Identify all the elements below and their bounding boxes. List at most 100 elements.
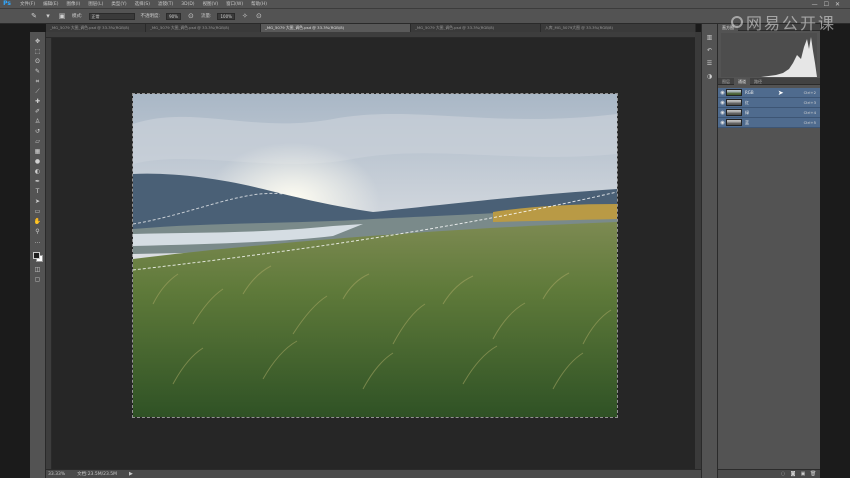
history-brush-tool-icon[interactable]: ↺ xyxy=(34,128,42,135)
eraser-tool-icon[interactable]: ▱ xyxy=(34,138,42,145)
more-tools-icon[interactable]: … xyxy=(34,238,42,245)
minimize-icon[interactable]: — xyxy=(812,1,818,8)
opacity-input[interactable]: 90% xyxy=(166,12,181,20)
tab-paths[interactable]: 路径 xyxy=(750,78,766,85)
zoom-tool-icon[interactable]: ⚲ xyxy=(34,228,42,235)
visibility-eye-icon[interactable]: ◉ xyxy=(719,100,726,106)
marquee-tool-icon[interactable]: ⬚ xyxy=(34,48,42,55)
watermark: 网易公开课 xyxy=(730,10,836,34)
path-select-tool-icon[interactable]: ➤ xyxy=(34,198,42,205)
hand-tool-icon[interactable]: ✋ xyxy=(34,218,42,225)
histogram-graph xyxy=(721,37,817,77)
crop-tool-icon[interactable]: ⌗ xyxy=(34,78,42,85)
tools-panel: ✥ ⬚ ʘ ✎ ⌗ ⟋ ✚ ✐ ♙ ↺ ▱ ▦ ● ◐ ✒ T ➤ ▭ ✋ ⚲ … xyxy=(30,32,46,478)
foreground-color-swatch[interactable] xyxy=(32,252,40,259)
visibility-eye-icon[interactable]: ◉ xyxy=(719,110,726,116)
new-channel-icon[interactable]: ▣ xyxy=(800,471,806,477)
document-image[interactable] xyxy=(132,93,618,418)
pen-tool-icon[interactable]: ✒ xyxy=(34,178,42,185)
menu-help[interactable]: 帮助(H) xyxy=(247,1,271,7)
airbrush-icon[interactable]: ✧ xyxy=(241,12,249,20)
right-gutter xyxy=(820,24,850,478)
channel-thumbnail xyxy=(726,99,742,106)
menu-image[interactable]: 图像(I) xyxy=(62,1,84,7)
menu-select[interactable]: 选择(S) xyxy=(131,1,154,7)
screen-mode-icon[interactable]: ▢ xyxy=(34,276,42,283)
eyedropper-tool-icon[interactable]: ⟋ xyxy=(34,88,42,95)
channel-row-blue[interactable]: ◉ 蓝 Ctrl+5 xyxy=(718,118,820,128)
menu-view[interactable]: 视图(V) xyxy=(199,1,223,7)
type-tool-icon[interactable]: T xyxy=(34,188,42,195)
menu-file[interactable]: 文件(F) xyxy=(16,1,39,7)
histogram-panel-icon[interactable]: ▥ xyxy=(706,34,714,41)
menu-filter[interactable]: 滤镜(T) xyxy=(154,1,177,7)
tab-document-active[interactable]: _MG_5079 大图_调色.psd @ 33.3%(RGB/8) xyxy=(261,24,411,32)
load-selection-icon[interactable]: ◌ xyxy=(780,471,786,477)
channel-row-green[interactable]: ◉ 绿 Ctrl+4 xyxy=(718,108,820,118)
window-controls: — ☐ ✕ xyxy=(812,0,840,9)
left-gutter xyxy=(0,24,30,478)
tab-layers[interactable]: 图层 xyxy=(718,78,734,85)
stamp-tool-icon[interactable]: ♙ xyxy=(34,118,42,125)
healing-tool-icon[interactable]: ✚ xyxy=(34,98,42,105)
visibility-eye-icon[interactable]: ◉ xyxy=(719,90,726,96)
channel-name: 蓝 xyxy=(745,119,749,125)
lasso-tool-icon[interactable]: ʘ xyxy=(34,58,42,65)
document-tabs: _MG_5079 大图_调色.psd @ 33.3%(RGB/8) _MG_50… xyxy=(46,24,696,32)
quick-mask-icon[interactable]: ◫ xyxy=(34,266,42,273)
tab-channels[interactable]: 通道 xyxy=(734,77,750,85)
tab-document-4[interactable]: _MG_5079 大图_调色.psd @ 33.3%(RGB/8) xyxy=(411,24,541,32)
tab-document-5[interactable]: 入库_MG_5079大图 @ 33.3%(RGB/8) xyxy=(541,24,696,32)
mode-select[interactable]: 正常 xyxy=(88,12,135,20)
brush-tool-icon[interactable]: ✎ xyxy=(30,12,38,20)
options-bar: ✎ ▾ ▣ 模式: 正常 不透明度: 90% ⊙ 流量: 100% ✧ ⊙ xyxy=(0,9,850,24)
close-icon[interactable]: ✕ xyxy=(835,1,840,8)
blur-tool-icon[interactable]: ● xyxy=(34,158,42,165)
flow-label: 流量: xyxy=(200,14,212,19)
brush-panel-icon[interactable]: ▣ xyxy=(58,12,66,20)
menu-edit[interactable]: 编辑(E) xyxy=(39,1,62,7)
delete-channel-icon[interactable]: 🗑 xyxy=(810,471,816,477)
channel-shortcut: Ctrl+3 xyxy=(803,100,816,105)
channel-name: 绿 xyxy=(745,109,749,115)
ruler-vertical xyxy=(46,38,52,469)
mouse-cursor-icon: ➤ xyxy=(777,88,784,97)
channel-thumbnail xyxy=(726,89,742,96)
pressure-size-icon[interactable]: ⊙ xyxy=(255,12,263,20)
mode-label: 模式: xyxy=(72,14,83,19)
save-selection-icon[interactable]: ◙ xyxy=(790,471,796,477)
dodge-tool-icon[interactable]: ◐ xyxy=(34,168,42,175)
adjustments-panel-icon[interactable]: ◑ xyxy=(706,73,714,80)
watermark-logo-icon xyxy=(730,16,743,28)
channel-thumbnail xyxy=(726,119,742,126)
channel-name: 红 xyxy=(745,99,749,105)
menu-3d[interactable]: 3D(D) xyxy=(177,2,198,7)
history-panel-icon[interactable]: ↶ xyxy=(706,47,714,54)
zoom-level[interactable]: 33.33% xyxy=(48,472,65,477)
menu-type[interactable]: 类型(Y) xyxy=(107,1,130,7)
maximize-icon[interactable]: ☐ xyxy=(824,1,829,8)
channel-row-red[interactable]: ◉ 红 Ctrl+3 xyxy=(718,98,820,108)
channel-shortcut: Ctrl+2 xyxy=(803,90,816,95)
document-size: 文档:23.5M/23.5M xyxy=(77,472,118,477)
menu-layer[interactable]: 图层(L) xyxy=(84,1,107,7)
visibility-eye-icon[interactable]: ◉ xyxy=(719,120,726,126)
channel-name: RGB xyxy=(745,90,754,95)
tab-document-2[interactable]: _MG_5079 大图_调色.psd @ 33.3%(RGB/8) xyxy=(146,24,261,32)
quick-select-tool-icon[interactable]: ✎ xyxy=(34,68,42,75)
status-menu-arrow-icon[interactable]: ▶ xyxy=(129,471,133,477)
brush-preset-icon[interactable]: ▾ xyxy=(44,12,52,20)
shape-tool-icon[interactable]: ▭ xyxy=(34,208,42,215)
channel-shortcut: Ctrl+4 xyxy=(803,110,816,115)
gradient-tool-icon[interactable]: ▦ xyxy=(34,148,42,155)
move-tool-icon[interactable]: ✥ xyxy=(34,38,42,45)
histogram xyxy=(721,33,817,77)
pressure-opacity-icon[interactable]: ⊙ xyxy=(187,12,195,20)
properties-panel-icon[interactable]: ☰ xyxy=(706,60,714,67)
color-swatches[interactable] xyxy=(32,251,44,263)
channel-row-rgb[interactable]: ◉ RGB ➤ Ctrl+2 xyxy=(718,88,820,98)
tab-document-1[interactable]: _MG_5079 大图_调色.psd @ 33.3%(RGB/8) xyxy=(46,24,146,32)
flow-input[interactable]: 100% xyxy=(217,12,235,20)
menu-window[interactable]: 窗口(W) xyxy=(222,1,247,7)
brush-tool-icon[interactable]: ✐ xyxy=(34,108,42,115)
